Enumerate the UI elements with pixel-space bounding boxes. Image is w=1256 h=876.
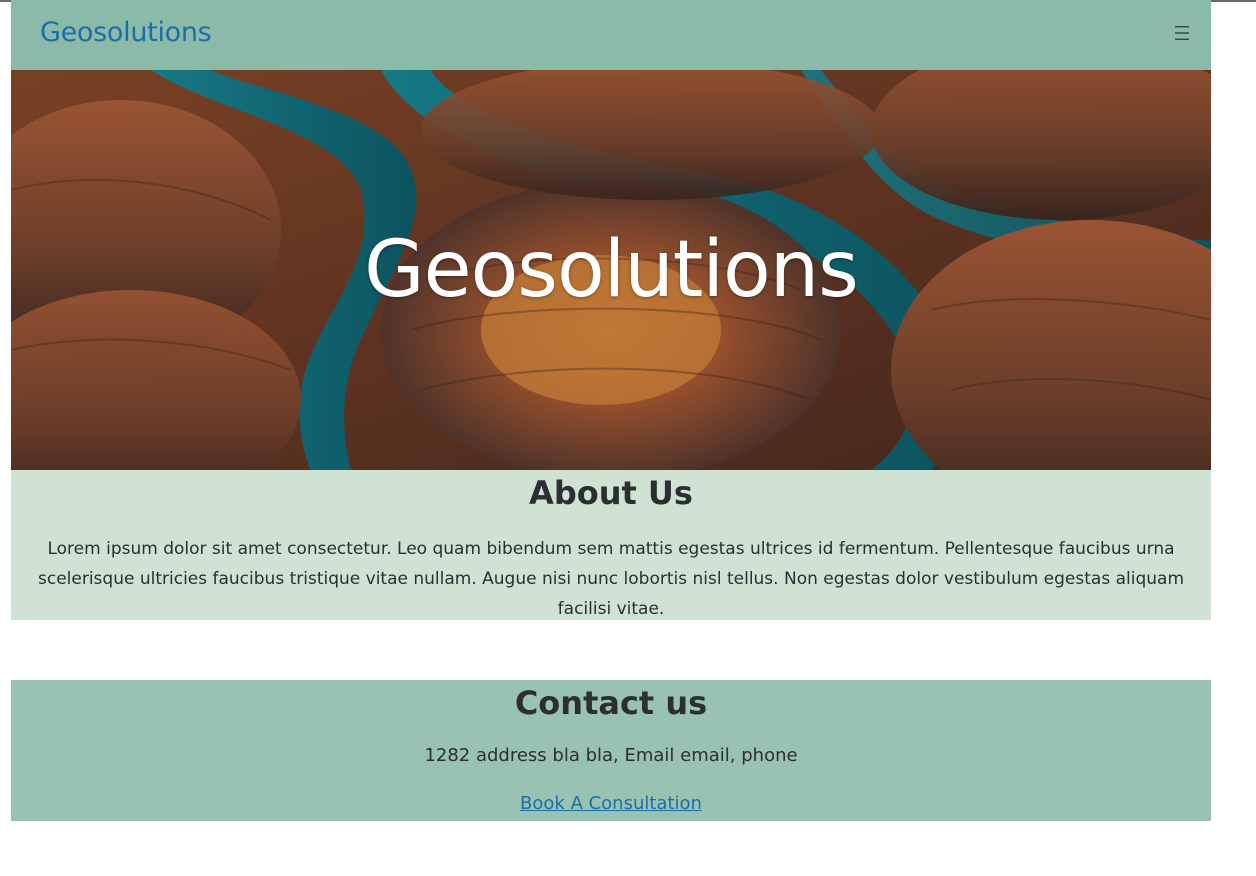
about-body: Lorem ipsum dolor sit amet consectetur. … <box>38 539 1184 619</box>
about-heading: About Us <box>529 474 693 512</box>
hamburger-menu-icon[interactable] <box>1175 24 1189 42</box>
contact-heading: Contact us <box>514 684 708 722</box>
hero-title: Geosolutions <box>364 225 859 315</box>
book-consultation-link[interactable]: Book A Consultation <box>520 791 702 817</box>
contact-section: Contact us 1282 address bla bla, Email e… <box>11 680 1211 821</box>
brand-link[interactable]: Geosolutions <box>40 17 212 48</box>
about-section: About Us Lorem ipsum dolor sit amet cons… <box>11 470 1211 620</box>
navbar: Geosolutions <box>11 0 1211 70</box>
page: Geosolutions Geosolutions About Us Lorem… <box>11 0 1211 821</box>
contact-address: 1282 address bla bla, Email email, phone <box>424 745 798 766</box>
hero-banner: Geosolutions <box>11 70 1211 470</box>
